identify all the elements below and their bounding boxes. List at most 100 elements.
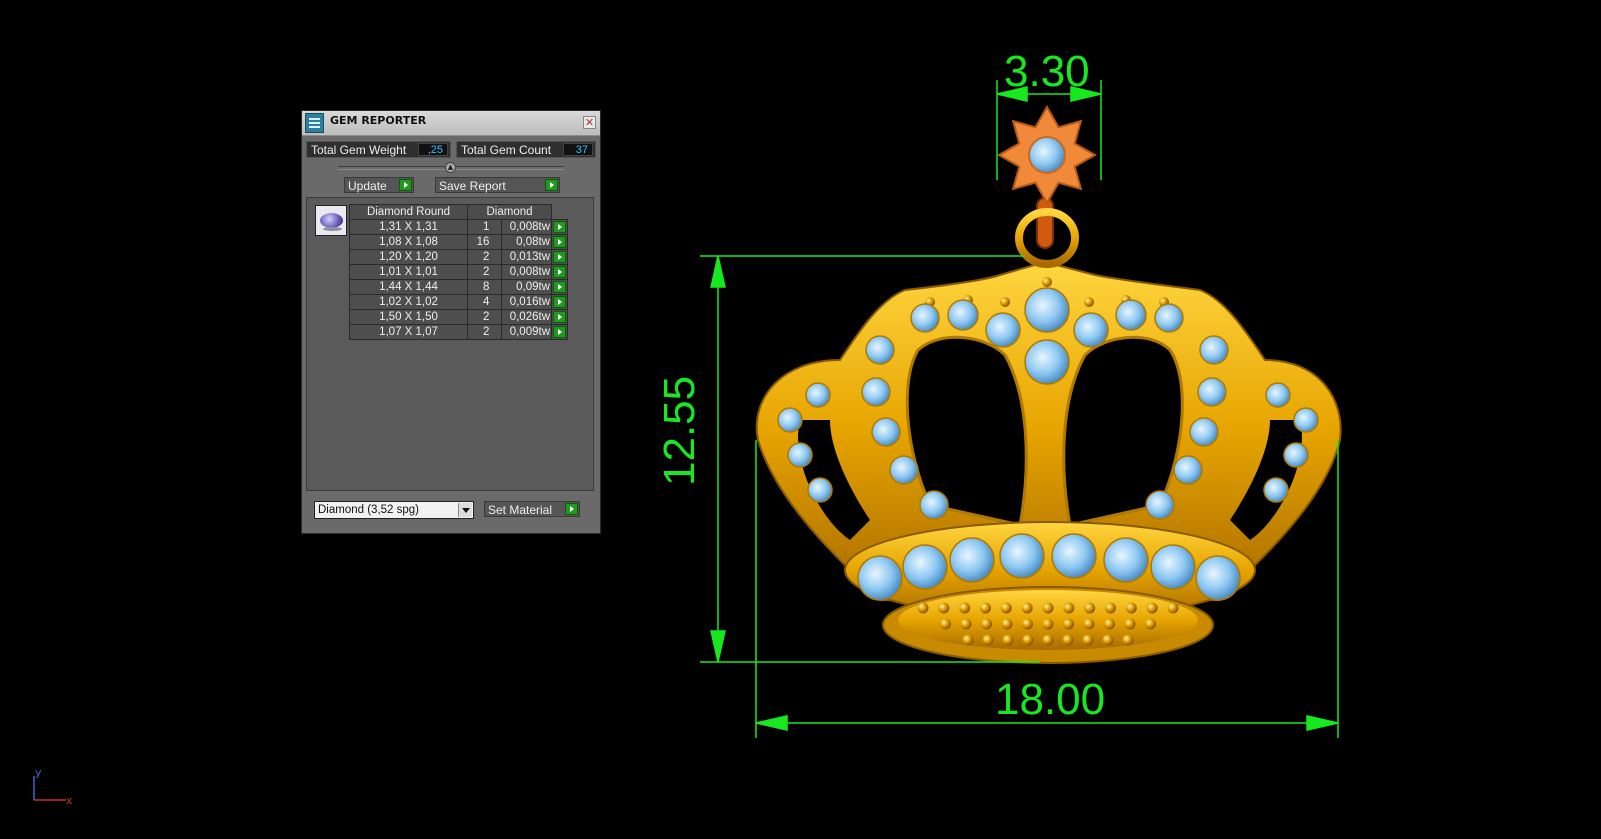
gold-bead — [981, 618, 992, 630]
crown-pendant[interactable] — [755, 104, 1342, 664]
gem-table-row[interactable]: 1,01 X 1,01 2 0,008tw — [349, 264, 568, 280]
gem-stone — [807, 477, 833, 503]
gem-stone — [1195, 555, 1241, 601]
play-arrow-icon — [553, 221, 566, 233]
gem-weight-cell: 0,009tw — [501, 324, 552, 340]
gem-row-select-button[interactable] — [551, 294, 568, 310]
gem-stone — [949, 537, 995, 583]
gem-table-header: Diamond Round Diamond — [349, 204, 568, 220]
gem-stone — [1073, 312, 1109, 348]
gold-bead — [1062, 634, 1074, 646]
gold-bead — [1063, 618, 1074, 630]
gem-count-cell: 4 — [466, 294, 503, 310]
gold-bead — [1124, 618, 1136, 630]
gem-stone — [1024, 287, 1070, 333]
diamond-icon — [320, 213, 343, 228]
gold-bead — [1021, 602, 1033, 614]
gold-bead — [1084, 297, 1094, 307]
gold-bead — [1042, 277, 1052, 287]
gem-weight-cell: 0,013tw — [501, 249, 552, 265]
gem-stone — [1024, 339, 1070, 385]
bail-link — [1036, 197, 1054, 249]
gem-shape-header: Diamond Round — [349, 204, 468, 220]
gold-bead — [1000, 297, 1010, 307]
gem-size-cell: 1,08 X 1,08 — [349, 234, 468, 250]
gold-bead — [940, 618, 951, 630]
gem-row-select-button[interactable] — [551, 219, 568, 235]
viewport[interactable] — [0, 0, 1601, 839]
gem-stone — [1263, 477, 1289, 503]
gold-bead — [1063, 602, 1075, 614]
axis-y-label: y — [35, 766, 42, 779]
gem-stone — [1199, 335, 1229, 365]
gem-row-select-button[interactable] — [551, 324, 568, 340]
gem-reporter-app-icon — [305, 113, 324, 133]
gem-row-select-button[interactable] — [551, 234, 568, 250]
gem-size-cell: 1,07 X 1,07 — [349, 324, 468, 340]
gem-count-cell: 2 — [466, 324, 503, 340]
play-arrow-icon — [399, 179, 412, 191]
gem-weight-cell: 0,09tw — [501, 279, 552, 295]
gold-bead — [980, 602, 991, 614]
gold-bead — [1104, 618, 1115, 630]
gem-count-cell: 8 — [466, 279, 503, 295]
gem-row-select-button[interactable] — [551, 279, 568, 295]
gem-stone — [865, 335, 895, 365]
gem-table-row[interactable]: 1,08 X 1,08 16 0,08tw — [349, 234, 568, 250]
gold-bead — [1000, 602, 1012, 614]
update-button-label: Update — [348, 179, 387, 193]
gem-row-select-button[interactable] — [551, 264, 568, 280]
total-gem-count-value: 37 — [563, 143, 593, 156]
gem-stone — [1293, 407, 1319, 433]
gold-bead — [1042, 634, 1054, 646]
gold-bead — [1001, 618, 1013, 630]
gem-table-row[interactable]: 1,20 X 1,20 2 0,013tw — [349, 249, 568, 265]
gem-table-row[interactable]: 1,07 X 1,07 2 0,009tw — [349, 324, 568, 340]
gem-weight-cell: 0,08tw — [501, 234, 552, 250]
gem-stone — [947, 299, 979, 331]
gem-size-cell: 1,20 X 1,20 — [349, 249, 468, 265]
chevron-down-icon[interactable] — [458, 503, 472, 517]
set-material-button-label: Set Material — [488, 503, 553, 517]
gem-row-select-button[interactable] — [551, 309, 568, 325]
gem-row-select-button[interactable] — [551, 249, 568, 265]
gem-count-cell: 2 — [466, 264, 503, 280]
gem-count-cell: 16 — [466, 234, 503, 250]
material-select[interactable]: Diamond (3,52 spg) — [314, 501, 474, 519]
update-button[interactable]: Update — [344, 177, 414, 193]
close-icon[interactable]: ✕ — [583, 116, 596, 129]
gem-stone — [1154, 303, 1184, 333]
play-arrow-icon — [553, 266, 566, 278]
gem-stone — [871, 417, 901, 447]
play-arrow-icon — [553, 296, 566, 308]
gem-table-row[interactable]: 1,31 X 1,31 1 0,008tw — [349, 219, 568, 235]
save-report-button[interactable]: Save Report — [435, 177, 560, 193]
gem-stone — [1150, 544, 1196, 590]
diamond-round-thumbnail[interactable] — [315, 205, 347, 236]
gem-reporter-titlebar[interactable]: GEM REPORTER ✕ — [302, 111, 600, 136]
gem-reporter-panel[interactable]: GEM REPORTER ✕ Total Gem Weight ,25 Tota… — [301, 110, 601, 534]
gem-size-cell: 1,01 X 1,01 — [349, 264, 468, 280]
play-arrow-icon — [553, 236, 566, 248]
gem-stone — [1197, 377, 1227, 407]
gem-table-row[interactable]: 1,02 X 1,02 4 0,016tw — [349, 294, 568, 310]
material-select-value: Diamond (3,52 spg) — [318, 504, 419, 516]
gem-table-row[interactable]: 1,50 X 1,50 2 0,026tw — [349, 309, 568, 325]
gem-stone — [1265, 382, 1291, 408]
gem-size-cell: 1,44 X 1,44 — [349, 279, 468, 295]
gem-stone — [1115, 299, 1147, 331]
gem-stone — [1103, 537, 1149, 583]
dim-top-label: 3.30 — [1004, 47, 1090, 96]
gold-bead — [959, 602, 971, 614]
gem-stone — [1189, 417, 1219, 447]
gem-table-row[interactable]: 1,44 X 1,44 8 0,09tw — [349, 279, 568, 295]
gem-reporter-title: GEM REPORTER — [330, 114, 427, 127]
dim-width-arrow-left — [755, 715, 788, 731]
gem-count-cell: 2 — [466, 309, 503, 325]
set-material-button[interactable]: Set Material — [484, 501, 580, 517]
gold-bead — [960, 618, 972, 630]
gold-bead — [917, 602, 929, 614]
total-gem-weight-label: Total Gem Weight — [311, 143, 407, 157]
gem-list-area[interactable]: Diamond Round Diamond 1,31 X 1,31 1 0,008t… — [306, 197, 594, 491]
collapse-grip-icon[interactable]: ▲ — [445, 162, 456, 173]
